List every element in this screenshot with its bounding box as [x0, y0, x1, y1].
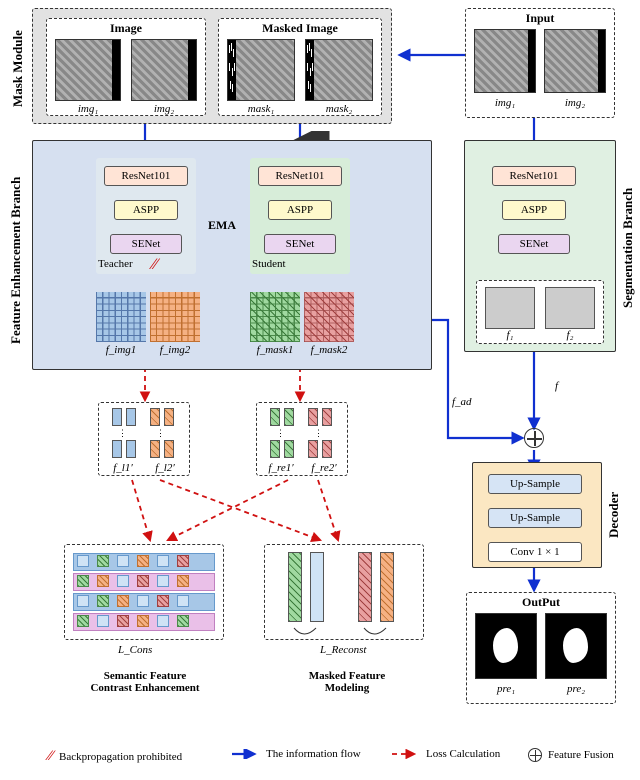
legend-fusion-label: Feature Fusion: [548, 749, 614, 761]
fre1-bar-a: [270, 408, 280, 426]
masked-panel-title: Masked Image: [219, 19, 381, 36]
lcons-label: L_Cons: [118, 644, 152, 656]
fl2-bar-b: [164, 408, 174, 426]
seg-senet: SENet: [498, 234, 570, 254]
fl2-bar-d: [164, 440, 174, 458]
pre1-thumb: [475, 613, 537, 679]
legend-backprop-label: Backpropagation prohibited: [59, 751, 182, 763]
mask1-thumb: [227, 39, 295, 101]
seg-feat-panel: f₁ f₂: [476, 280, 604, 344]
masked-panel: Masked Image mask₁ mask₂: [218, 18, 382, 116]
input-img2-label: img₂: [544, 97, 606, 109]
input-img2-thumb: [544, 29, 606, 93]
fl1-bar-a: [112, 408, 122, 426]
no-backprop-icon: ⁄⁄: [152, 256, 157, 274]
legend-fusion: Feature Fusion: [528, 748, 614, 762]
legend-loss: Loss Calculation: [392, 748, 500, 760]
mask-module-vlabel: Mask Module: [10, 24, 26, 114]
f-mask1-label: f_mask1: [250, 344, 300, 356]
feature-branch: [32, 140, 432, 370]
teacher-senet: SENet: [110, 234, 182, 254]
f-mask2-label: f_mask2: [304, 344, 354, 356]
f1-thumb: [485, 287, 535, 329]
student-resnet: ResNet101: [258, 166, 342, 186]
fre2-bar-b: [322, 408, 332, 426]
input-title: Input: [466, 9, 614, 26]
img2-thumb: [131, 39, 197, 101]
output-title: OutPut: [467, 593, 615, 610]
f-mask1-grid: [250, 292, 300, 342]
input-panel: Input img₁ img₂: [465, 8, 615, 118]
fl1-bar-c: [112, 440, 122, 458]
image-panel: Image img₁ img₂: [46, 18, 206, 116]
ema-label: EMA: [208, 218, 236, 233]
feature-branch-vlabel: Feature Enhancement Branch: [8, 160, 24, 360]
fre2-label: f_re2′: [304, 462, 344, 474]
fre1-bar-b: [284, 408, 294, 426]
output-panel: OutPut pre₁ pre₂: [466, 592, 616, 704]
upsample-1: Up-Sample: [488, 474, 582, 494]
student-label: Student: [252, 258, 286, 270]
legend-flow: The information flow: [232, 748, 361, 760]
f-img2-label: f_img2: [150, 344, 200, 356]
legend-flow-label: The information flow: [266, 748, 361, 760]
f2-label: f₂: [545, 329, 595, 341]
teacher-label: Teacher: [98, 258, 133, 270]
fl2-label: f_l2′: [146, 462, 184, 474]
feature-fusion-icon: [524, 428, 544, 448]
pre2-label: pre₂: [545, 683, 607, 695]
mask1-label: mask₁: [227, 103, 295, 115]
upsample-2: Up-Sample: [488, 508, 582, 528]
student-aspp: ASPP: [268, 200, 332, 220]
architecture-diagram: Mask Module Image img₁ img₂ Masked Image…: [0, 0, 640, 780]
conv1x1: Conv 1 × 1: [488, 542, 582, 562]
lcons-box: [64, 544, 224, 640]
seg-resnet: ResNet101: [492, 166, 576, 186]
input-img1-label: img₁: [474, 97, 536, 109]
lreconst-label: L_Reconst: [320, 644, 366, 656]
pre2-thumb: [545, 613, 607, 679]
teacher-resnet: ResNet101: [104, 166, 188, 186]
fl2-bar-c: [150, 440, 160, 458]
fl2-bar-a: [150, 408, 160, 426]
student-senet: SENet: [264, 234, 336, 254]
f-img2-grid: [150, 292, 200, 342]
image-panel-title: Image: [47, 19, 205, 36]
seg-aspp: ASPP: [502, 200, 566, 220]
seg-branch-vlabel: Segmentation Branch: [620, 158, 636, 338]
fre2-bar-d: [322, 440, 332, 458]
img1-label: img₁: [55, 103, 121, 115]
f-label: f: [555, 380, 558, 392]
fl1-bar-b: [126, 408, 136, 426]
f1-label: f₁: [485, 329, 535, 341]
semantic-caption: Semantic Feature Contrast Enhancement: [80, 670, 210, 694]
fl1-bar-d: [126, 440, 136, 458]
f2-thumb: [545, 287, 595, 329]
masked-caption: Masked Feature Modeling: [292, 670, 402, 694]
mask2-thumb: [305, 39, 373, 101]
teacher-aspp: ASPP: [114, 200, 178, 220]
legend-backprop: ⁄⁄ Backpropagation prohibited: [48, 748, 182, 765]
decoder-vlabel: Decoder: [606, 480, 622, 550]
mask2-label: mask₂: [305, 103, 373, 115]
fl1-label: f_l1′: [104, 462, 142, 474]
legend-loss-label: Loss Calculation: [426, 748, 500, 760]
f-img1-label: f_img1: [96, 344, 146, 356]
img1-thumb: [55, 39, 121, 101]
pre1-label: pre₁: [475, 683, 537, 695]
fre2-bar-a: [308, 408, 318, 426]
fad-label: f_ad: [452, 396, 472, 408]
img2-label: img₂: [131, 103, 197, 115]
fre2-bar-c: [308, 440, 318, 458]
fre1-label: f_re1′: [262, 462, 300, 474]
input-img1-thumb: [474, 29, 536, 93]
fre1-bar-d: [284, 440, 294, 458]
f-img1-grid: [96, 292, 146, 342]
fre1-bar-c: [270, 440, 280, 458]
f-mask2-grid: [304, 292, 354, 342]
